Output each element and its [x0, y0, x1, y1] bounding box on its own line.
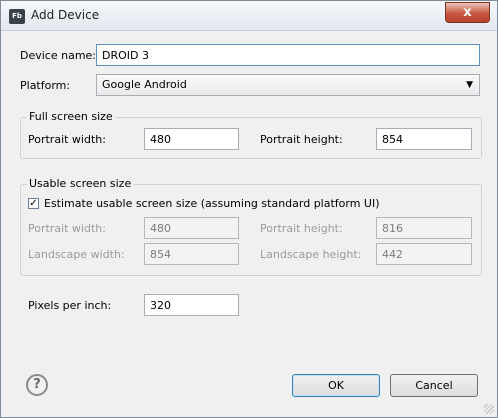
portrait-width-label: Portrait width: [28, 133, 106, 146]
usable-portrait-height-label: Portrait height: [260, 222, 343, 235]
device-name-label: Device name: [20, 49, 97, 62]
portrait-height-label: Portrait height: [260, 133, 343, 146]
help-icon[interactable]: ? [26, 374, 48, 396]
portrait-height-input[interactable] [376, 128, 472, 150]
flash-builder-icon: Fb [9, 9, 25, 24]
title-bar: Fb Add Device x [1, 1, 497, 31]
chevron-down-icon: ▼ [466, 80, 473, 90]
usable-landscape-height-label: Landscape height: [260, 248, 362, 261]
add-device-dialog: Fb Add Device x Device name: Platform: G… [0, 0, 498, 418]
usable-landscape-height-input [376, 243, 472, 265]
platform-select[interactable]: Google Android ▼ [96, 74, 480, 96]
platform-label: Platform: [20, 79, 71, 92]
usable-landscape-width-label: Landscape width: [28, 248, 125, 261]
usable-portrait-height-input [376, 217, 472, 239]
device-name-input[interactable] [96, 44, 480, 66]
close-icon[interactable]: x [445, 2, 490, 23]
pixels-per-inch-input[interactable] [144, 294, 239, 316]
portrait-width-input[interactable] [144, 128, 239, 150]
cancel-button[interactable]: Cancel [390, 374, 478, 397]
estimate-checkbox-label[interactable]: Estimate usable screen size (assuming st… [44, 197, 380, 210]
pixels-per-inch-label: Pixels per inch: [28, 299, 112, 312]
usable-portrait-width-label: Portrait width: [28, 222, 106, 235]
window-title: Add Device [31, 8, 100, 22]
usable-portrait-width-input [144, 217, 239, 239]
ok-button[interactable]: OK [292, 374, 380, 397]
estimate-checkbox[interactable]: ✓ [28, 198, 39, 209]
full-screen-size-title: Full screen size [27, 110, 115, 123]
platform-selected-value: Google Android [102, 78, 187, 91]
usable-screen-size-title: Usable screen size [27, 177, 134, 190]
resize-grip[interactable] [484, 404, 494, 414]
usable-landscape-width-input [144, 243, 239, 265]
